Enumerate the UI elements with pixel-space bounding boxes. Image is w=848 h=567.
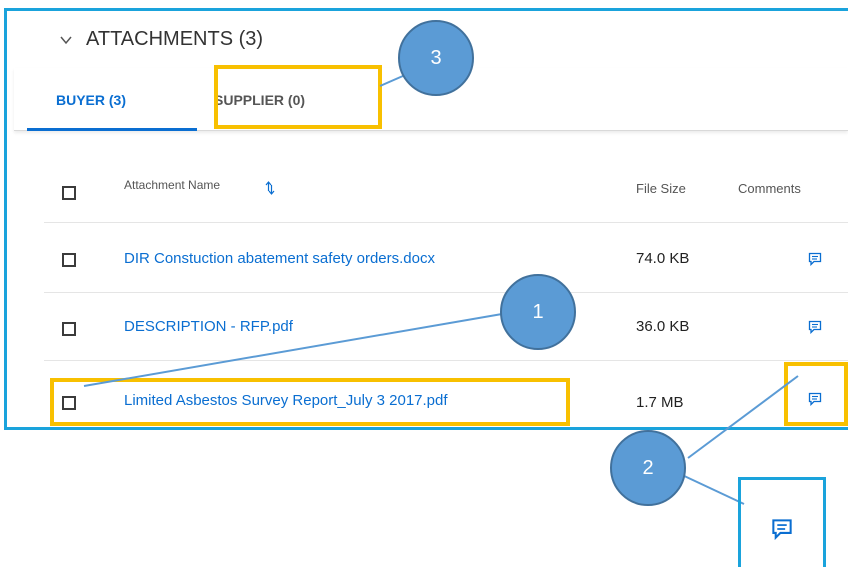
callout-marker-3: 3: [398, 20, 474, 96]
callout-marker-2: 2: [610, 430, 686, 506]
callout-2-connector: [687, 375, 799, 459]
comment-icon[interactable]: [771, 518, 793, 540]
callout-1-connector: [83, 313, 503, 387]
callout-marker-1: 1: [500, 274, 576, 350]
callout-2-zoom-connector: [679, 473, 745, 505]
comment-icon-zoom-inset: [738, 477, 826, 567]
